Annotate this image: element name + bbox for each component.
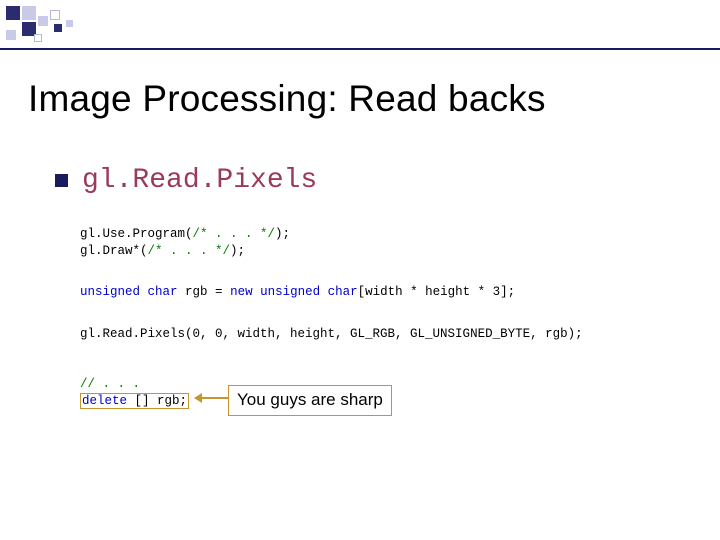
bullet-row: gl.Read.Pixels [55, 165, 317, 196]
corner-decoration [6, 6, 126, 46]
code-block-alloc: unsigned char rgb = new unsigned char[wi… [80, 284, 515, 301]
slide-title: Image Processing: Read backs [28, 78, 546, 120]
code-block-readpixels: gl.Read.Pixels(0, 0, width, height, GL_R… [80, 326, 583, 343]
bullet-icon [55, 174, 68, 187]
code-block-setup: gl.Use.Program(/* . . . */); gl.Draw*(/*… [80, 226, 290, 260]
slide: Image Processing: Read backs gl.Read.Pix… [0, 0, 720, 540]
header-rule [0, 48, 720, 50]
arrow-icon [196, 397, 228, 399]
callout: You guys are sharp [228, 385, 392, 416]
api-name: gl.Read.Pixels [82, 165, 317, 196]
code-block-cleanup: // . . . delete [] rgb; [80, 376, 189, 410]
